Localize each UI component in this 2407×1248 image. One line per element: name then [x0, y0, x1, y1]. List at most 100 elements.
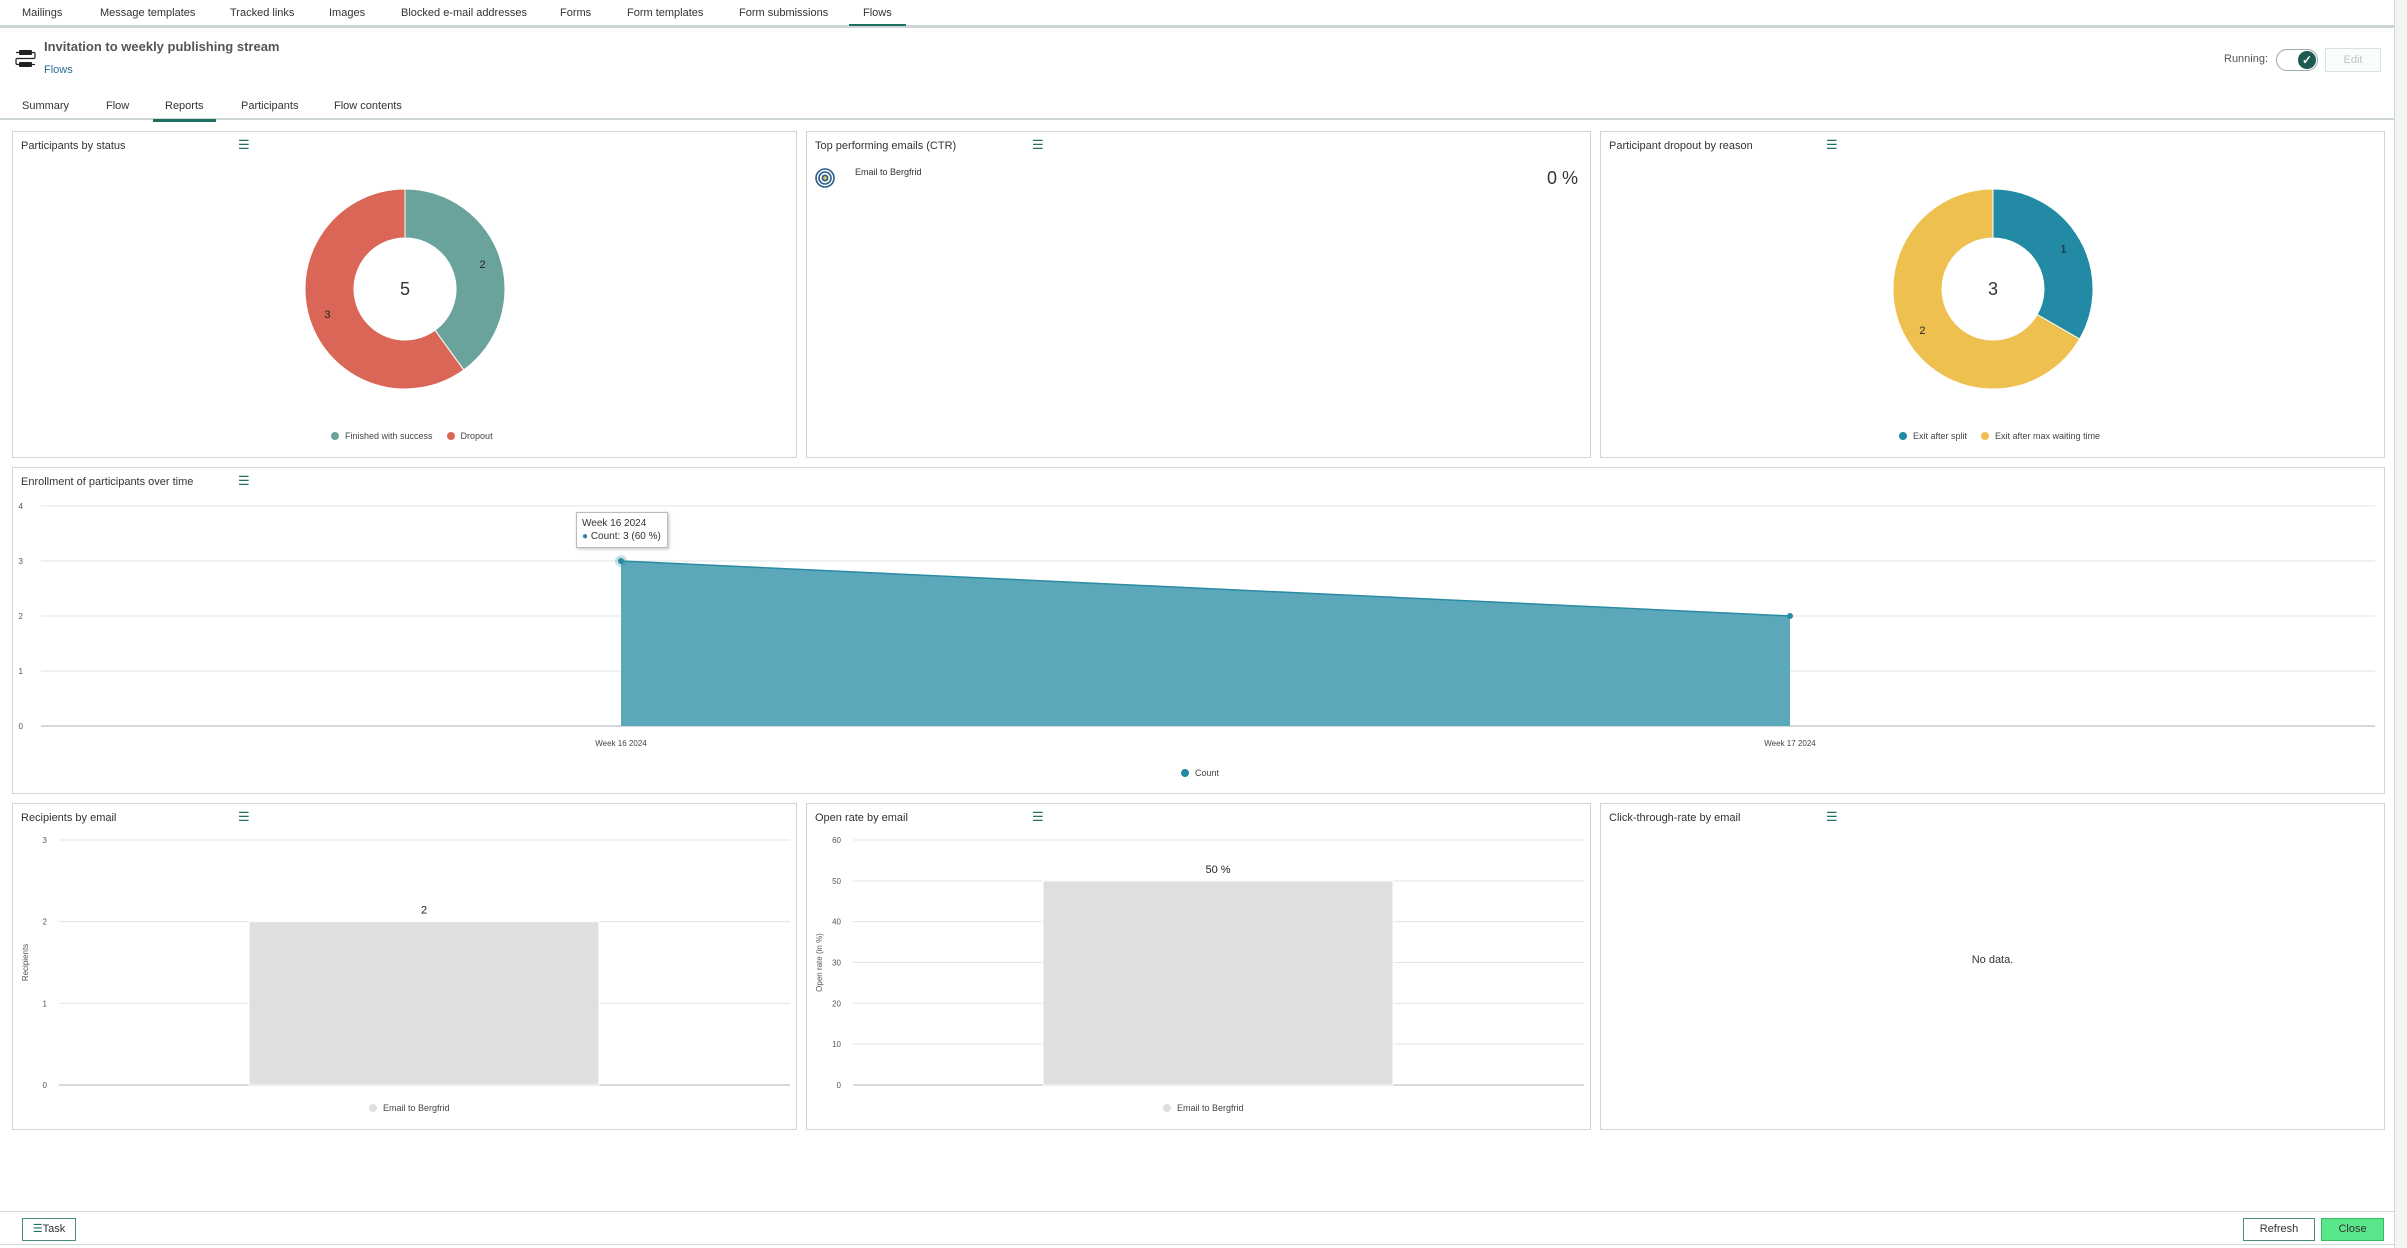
area-chart-enrollment: 0 1 2 3 4 Week 16 2024 Week 17 2024 [19, 502, 2375, 748]
y-tick-label: 3 [19, 557, 24, 566]
legend-dot [446, 432, 455, 440]
y-tick-label: 50 [832, 877, 841, 886]
tooltip-value: Count: 3 (60 %) [590, 531, 661, 542]
legend-label: Email to Bergfrid [1177, 1103, 1244, 1113]
y-tick-label: 40 [832, 918, 841, 927]
legend-item-count[interactable]: Count [1181, 768, 1219, 778]
y-tick-label: 0 [837, 1081, 842, 1090]
x-tick-label: Week 16 2024 [595, 739, 647, 748]
legend-dot [331, 432, 339, 440]
tab-flow-contents[interactable]: Flow contents [334, 100, 402, 120]
top-email-name[interactable]: Email to Bergfrid [855, 167, 922, 177]
tooltip-dot-icon: ● [582, 531, 591, 542]
refresh-button[interactable]: Refresh [2243, 1218, 2315, 1241]
legend-item-finished[interactable]: Finished with success [331, 431, 433, 441]
y-axis-label: Open rate (in %) [815, 933, 824, 992]
legend-item-email[interactable]: Email to Bergfrid [369, 1103, 450, 1113]
edit-button[interactable]: Edit [2325, 48, 2381, 72]
slice-label: 2 [1919, 325, 1925, 337]
donut-center-label: 3 [1988, 279, 1998, 299]
y-tick-label: 3 [43, 836, 48, 845]
nav-images[interactable]: Images [329, 0, 365, 25]
task-label: Task [42, 1223, 66, 1235]
page-title: Invitation to weekly publishing stream [44, 39, 280, 54]
legend-item-exit-after-max-waiting[interactable]: Exit after max waiting time [1981, 431, 2100, 441]
bar [1042, 880, 1394, 1086]
panel-participants-by-status: Participants by status ☰ 235 Finished wi… [12, 131, 797, 458]
donut-chart-dropout: 1 2 3 [1892, 188, 2094, 390]
slice-label: 1 [2061, 243, 2067, 255]
legend-dot [1981, 432, 1990, 440]
legend-open-rate: Email to Bergfrid [1163, 1103, 1244, 1113]
legend-label: Exit after split [1913, 431, 1968, 441]
panel-enrollment-over-time: Enrollment of participants over time ☰ 0… [12, 467, 2385, 794]
y-tick-label: 1 [43, 999, 48, 1008]
legend-dot [1899, 432, 1907, 440]
hamburger-menu-icon[interactable]: ☰ [1826, 810, 1838, 824]
bar [248, 921, 600, 1086]
top-nav: Mailings Message templates Tracked links… [0, 0, 2395, 28]
tooltip-line: ● Count: 3 (60 %) [582, 530, 662, 543]
legend-item-exit-after-split[interactable]: Exit after split [1899, 431, 1967, 441]
panel-open-rate-by-email: Open rate by email ☰ 0 10 20 30 40 50 60 50 % Op… [806, 803, 1591, 1130]
hamburger-icon: ☰ [32, 1223, 43, 1235]
slice-label: 3 [324, 309, 330, 321]
y-tick-label: 2 [43, 918, 48, 927]
y-tick-label: 0 [19, 722, 24, 731]
scrollbar-track[interactable] [2395, 0, 2407, 1248]
legend-status: Finished with success Dropout [331, 431, 493, 441]
legend-item-email[interactable]: Email to Bergfrid [1163, 1103, 1244, 1113]
nav-form-submissions[interactable]: Form submissions [739, 0, 828, 25]
legend-label: Email to Bergfrid [383, 1103, 450, 1113]
legend-label: Finished with success [345, 431, 433, 441]
y-axis-label: Recipients [21, 944, 30, 981]
y-tick-label: 20 [832, 999, 841, 1008]
y-tick-label: 4 [19, 502, 24, 511]
y-tick-label: 1 [19, 667, 24, 676]
tab-summary[interactable]: Summary [22, 100, 69, 120]
y-tick-label: 0 [43, 1081, 48, 1090]
nav-mailings[interactable]: Mailings [22, 0, 62, 25]
slice-label: 2 [479, 259, 485, 271]
bar-chart-open-rate: 0 10 20 30 40 50 60 50 % Open rate (in %) [815, 836, 1584, 1090]
footer-bar: ☰Task Refresh Close [0, 1211, 2395, 1245]
panel-top-performing-emails: Top performing emails (CTR) ☰ Email to B… [806, 131, 1591, 458]
nav-tracked-links[interactable]: Tracked links [230, 0, 294, 25]
target-icon [815, 168, 835, 188]
legend-label: Dropout [460, 431, 493, 441]
legend-item-dropout[interactable]: Dropout [446, 431, 493, 441]
panel-participant-dropout: Participant dropout by reason ☰ 123 Exit… [1600, 131, 2385, 458]
hamburger-menu-icon[interactable]: ☰ [1032, 138, 1044, 152]
nav-message-templates[interactable]: Message templates [100, 0, 195, 25]
data-point [1787, 613, 1793, 619]
nav-form-templates[interactable]: Form templates [627, 0, 703, 25]
legend-dot [1163, 1104, 1171, 1112]
chart-tooltip: Week 16 2024 ● Count: 3 (60 %) [576, 512, 668, 548]
donut-center-label: 5 [400, 279, 410, 299]
tab-reports[interactable]: Reports [153, 100, 215, 122]
nav-forms[interactable]: Forms [560, 0, 591, 25]
breadcrumb-flows[interactable]: Flows [44, 64, 73, 76]
top-email-ctr-value: 0 % [1546, 168, 1578, 188]
legend-label: Count [1195, 768, 1220, 778]
legend-dropout: Exit after split Exit after max waiting … [1899, 431, 2100, 441]
y-tick-label: 10 [832, 1040, 841, 1049]
close-button[interactable]: Close [2321, 1218, 2384, 1241]
check-icon: ✓ [2298, 51, 2316, 69]
donut-slice [1992, 188, 2094, 340]
panel-recipients-by-email: Recipients by email ☰ 0 1 2 3 2 Recipients Em… [12, 803, 797, 1130]
nav-flows[interactable]: Flows [849, 0, 906, 26]
bar-data-label: 2 [421, 905, 427, 917]
nav-blocked-email-addresses[interactable]: Blocked e-mail addresses [401, 0, 527, 25]
legend-recipients: Email to Bergfrid [369, 1103, 450, 1113]
tab-participants[interactable]: Participants [241, 100, 298, 120]
legend-enrollment: Count [1181, 768, 1219, 778]
running-toggle[interactable]: ✓ [2276, 49, 2318, 71]
y-tick-label: 2 [19, 612, 24, 621]
panel-title: Top performing emails (CTR) [815, 140, 957, 152]
panel-title: Click-through-rate by email [1609, 812, 1741, 824]
tab-flow[interactable]: Flow [106, 100, 129, 120]
task-button[interactable]: ☰Task [22, 1218, 76, 1241]
x-tick-label: Week 17 2024 [1764, 739, 1816, 748]
panel-ctr-by-email: Click-through-rate by email ☰ No data. [1600, 803, 2385, 1130]
